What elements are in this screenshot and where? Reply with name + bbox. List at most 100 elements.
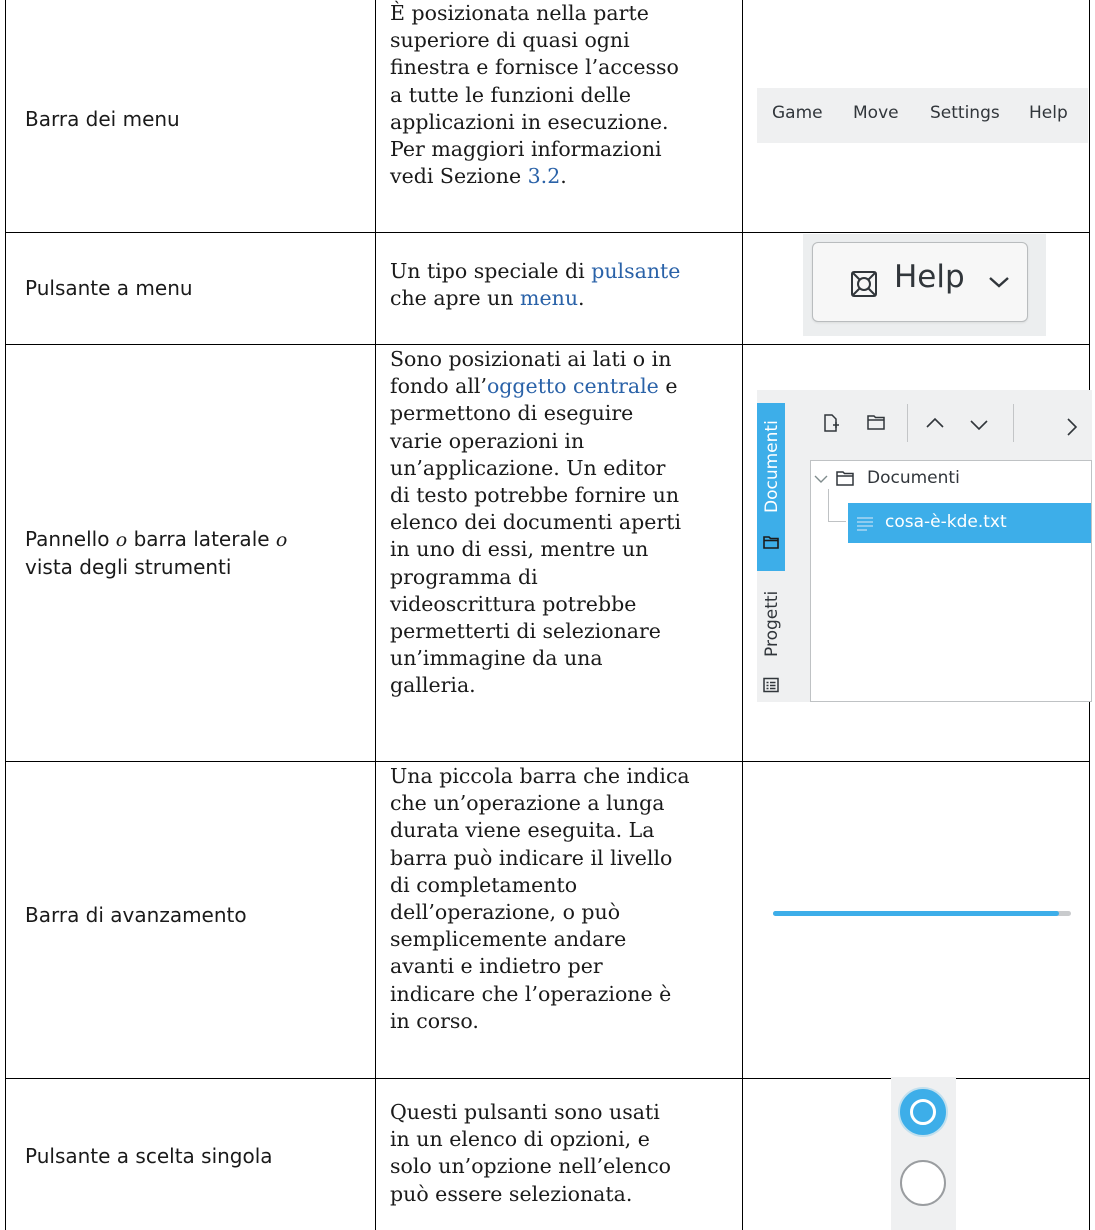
desc-text: Un tipo speciale di [390,259,592,283]
sidebar-panel-example: Documenti Progetti Documenti cosa-è-kde.… [757,390,1092,702]
term-menu-bar: Barra dei menu [25,107,180,131]
row-divider [5,232,1090,233]
toolbar-separator [907,404,908,442]
desc-line: Questi pulsanti sono usati [390,1100,660,1124]
central-object-link[interactable]: oggetto centrale [487,374,659,398]
menu-item-help[interactable]: Help [1029,103,1068,123]
section-link[interactable]: 3.2 [528,164,561,188]
desc-line: superiore di quasi ogni [390,28,630,53]
menu-item-game[interactable]: Game [772,103,823,123]
tab-label: Progetti [762,590,782,657]
radio-button-selected[interactable] [900,1089,946,1135]
desc-text: vedi Sezione [390,164,528,189]
desc-line: dell’operazione, o può [390,900,621,925]
chevron-down-icon[interactable] [969,419,989,431]
tree-expand-chevron-icon[interactable] [814,474,828,484]
menu-item-settings[interactable]: Settings [930,103,1000,123]
button-link[interactable]: pulsante [591,259,680,283]
chevron-up-icon[interactable] [925,417,945,429]
description-menu-bar: È posizionata nella parte superiore di q… [390,0,730,190]
desc-line: permetterti di selezionare [390,619,661,644]
tree-branch-line [828,521,846,522]
description-radio-button: Questi pulsanti sono usati in un elenco … [390,1099,730,1208]
desc-line: a tutte le funzioni delle [390,82,631,107]
desc-line: fondo all’oggetto centrale e [390,373,730,400]
term-or: o [115,529,128,551]
desc-line: può essere selezionata. [390,1181,633,1206]
menu-item-move[interactable]: Move [853,103,899,123]
desc-line: semplicemente andare [390,927,627,952]
desc-line: galleria. [390,673,476,698]
folder-icon[interactable] [867,414,885,430]
help-lifebuoy-icon [851,271,877,297]
row-divider [5,344,1090,345]
tree-folder-label[interactable]: Documenti [867,468,960,488]
desc-line: un’immagine da una [390,646,603,671]
table-border-left [5,0,6,1230]
row-divider [5,761,1090,762]
term-menu-button: Pulsante a menu [25,276,193,300]
toolbar-separator [1013,404,1014,442]
term-text: barra laterale [127,527,276,551]
desc-line: Una piccola barra che indica [390,764,690,788]
radio-button-unselected[interactable] [900,1160,946,1206]
desc-text: . [560,164,567,189]
desc-line: di testo potrebbe fornire un [390,483,680,508]
table-column-divider-1 [375,0,376,1230]
desc-text: che apre un [390,286,521,311]
desc-line: Per maggiori informazioni [390,137,662,162]
desc-line: che un’operazione a lunga [390,791,665,816]
term-panel: Pannello o barra laterale o vista degli … [25,526,287,581]
menu-button-label: Help [894,259,965,295]
desc-line: elenco dei documenti aperti [390,510,681,535]
desc-line: avanti e indietro per [390,954,603,979]
description-panel: Sono posizionati ai lati o in fondo all’… [390,346,730,700]
desc-line: durata viene eseguita. La [390,818,655,843]
desc-line: Sono posizionati ai lati o in [390,347,672,371]
desc-line: solo un’opzione nell’elenco [390,1154,672,1179]
desc-line: in un elenco di opzioni, e [390,1127,650,1152]
desc-line: videoscrittura potrebbe [390,591,637,616]
desc-text: . [578,286,585,311]
desc-text: e [658,374,678,399]
tab-documenti[interactable]: Documenti [757,403,785,571]
chevron-right-icon[interactable] [1066,417,1078,437]
new-file-icon[interactable] [823,414,839,432]
desc-text: fondo all’ [390,374,487,399]
desc-line: barra può indicare il livello [390,845,673,870]
desc-line: È posizionata nella parte [390,1,649,25]
menu-bar-example: Game Move Settings Help [757,88,1088,143]
desc-line: indicare che l’operazione è [390,981,672,1006]
help-menu-button[interactable]: Help [812,242,1028,322]
chevron-down-icon [989,277,1009,288]
term-text: Pannello [25,527,116,551]
desc-line: un’applicazione. Un editor [390,455,666,480]
text-file-icon [857,517,873,531]
tab-label: Documenti [762,420,782,513]
desc-line: che apre un menu. [390,285,730,312]
desc-line: varie operazioni in [390,428,585,453]
term-radio-button: Pulsante a scelta singola [25,1144,273,1168]
tab-progetti[interactable]: Progetti [757,571,785,702]
file-tree: Documenti cosa-è-kde.txt [810,460,1092,702]
progress-bar-fill [773,911,1060,916]
desc-line: applicazioni in esecuzione. [390,109,669,134]
folder-icon [836,471,854,486]
desc-line: permettono di eseguire [390,401,634,426]
description-menu-button: Un tipo speciale di pulsante che apre un… [390,258,730,312]
desc-line: Un tipo speciale di pulsante [390,258,730,285]
desc-line: vedi Sezione 3.2. [390,163,730,190]
progress-bar [773,911,1071,916]
desc-line: in uno di essi, mentre un [390,537,649,562]
folder-icon [763,536,779,549]
vertical-tab-strip: Documenti Progetti [757,403,785,702]
tree-item-selected[interactable]: cosa-è-kde.txt [848,503,1091,543]
desc-line: programma di [390,564,538,589]
menu-link[interactable]: menu [520,286,578,310]
term-or: o [275,529,288,551]
term-progress-bar: Barra di avanzamento [25,903,247,927]
tree-file-label: cosa-è-kde.txt [885,512,1007,532]
list-icon [763,677,779,693]
table-column-divider-2 [742,0,743,1230]
desc-line: finestra e fornisce l’accesso [390,55,679,80]
